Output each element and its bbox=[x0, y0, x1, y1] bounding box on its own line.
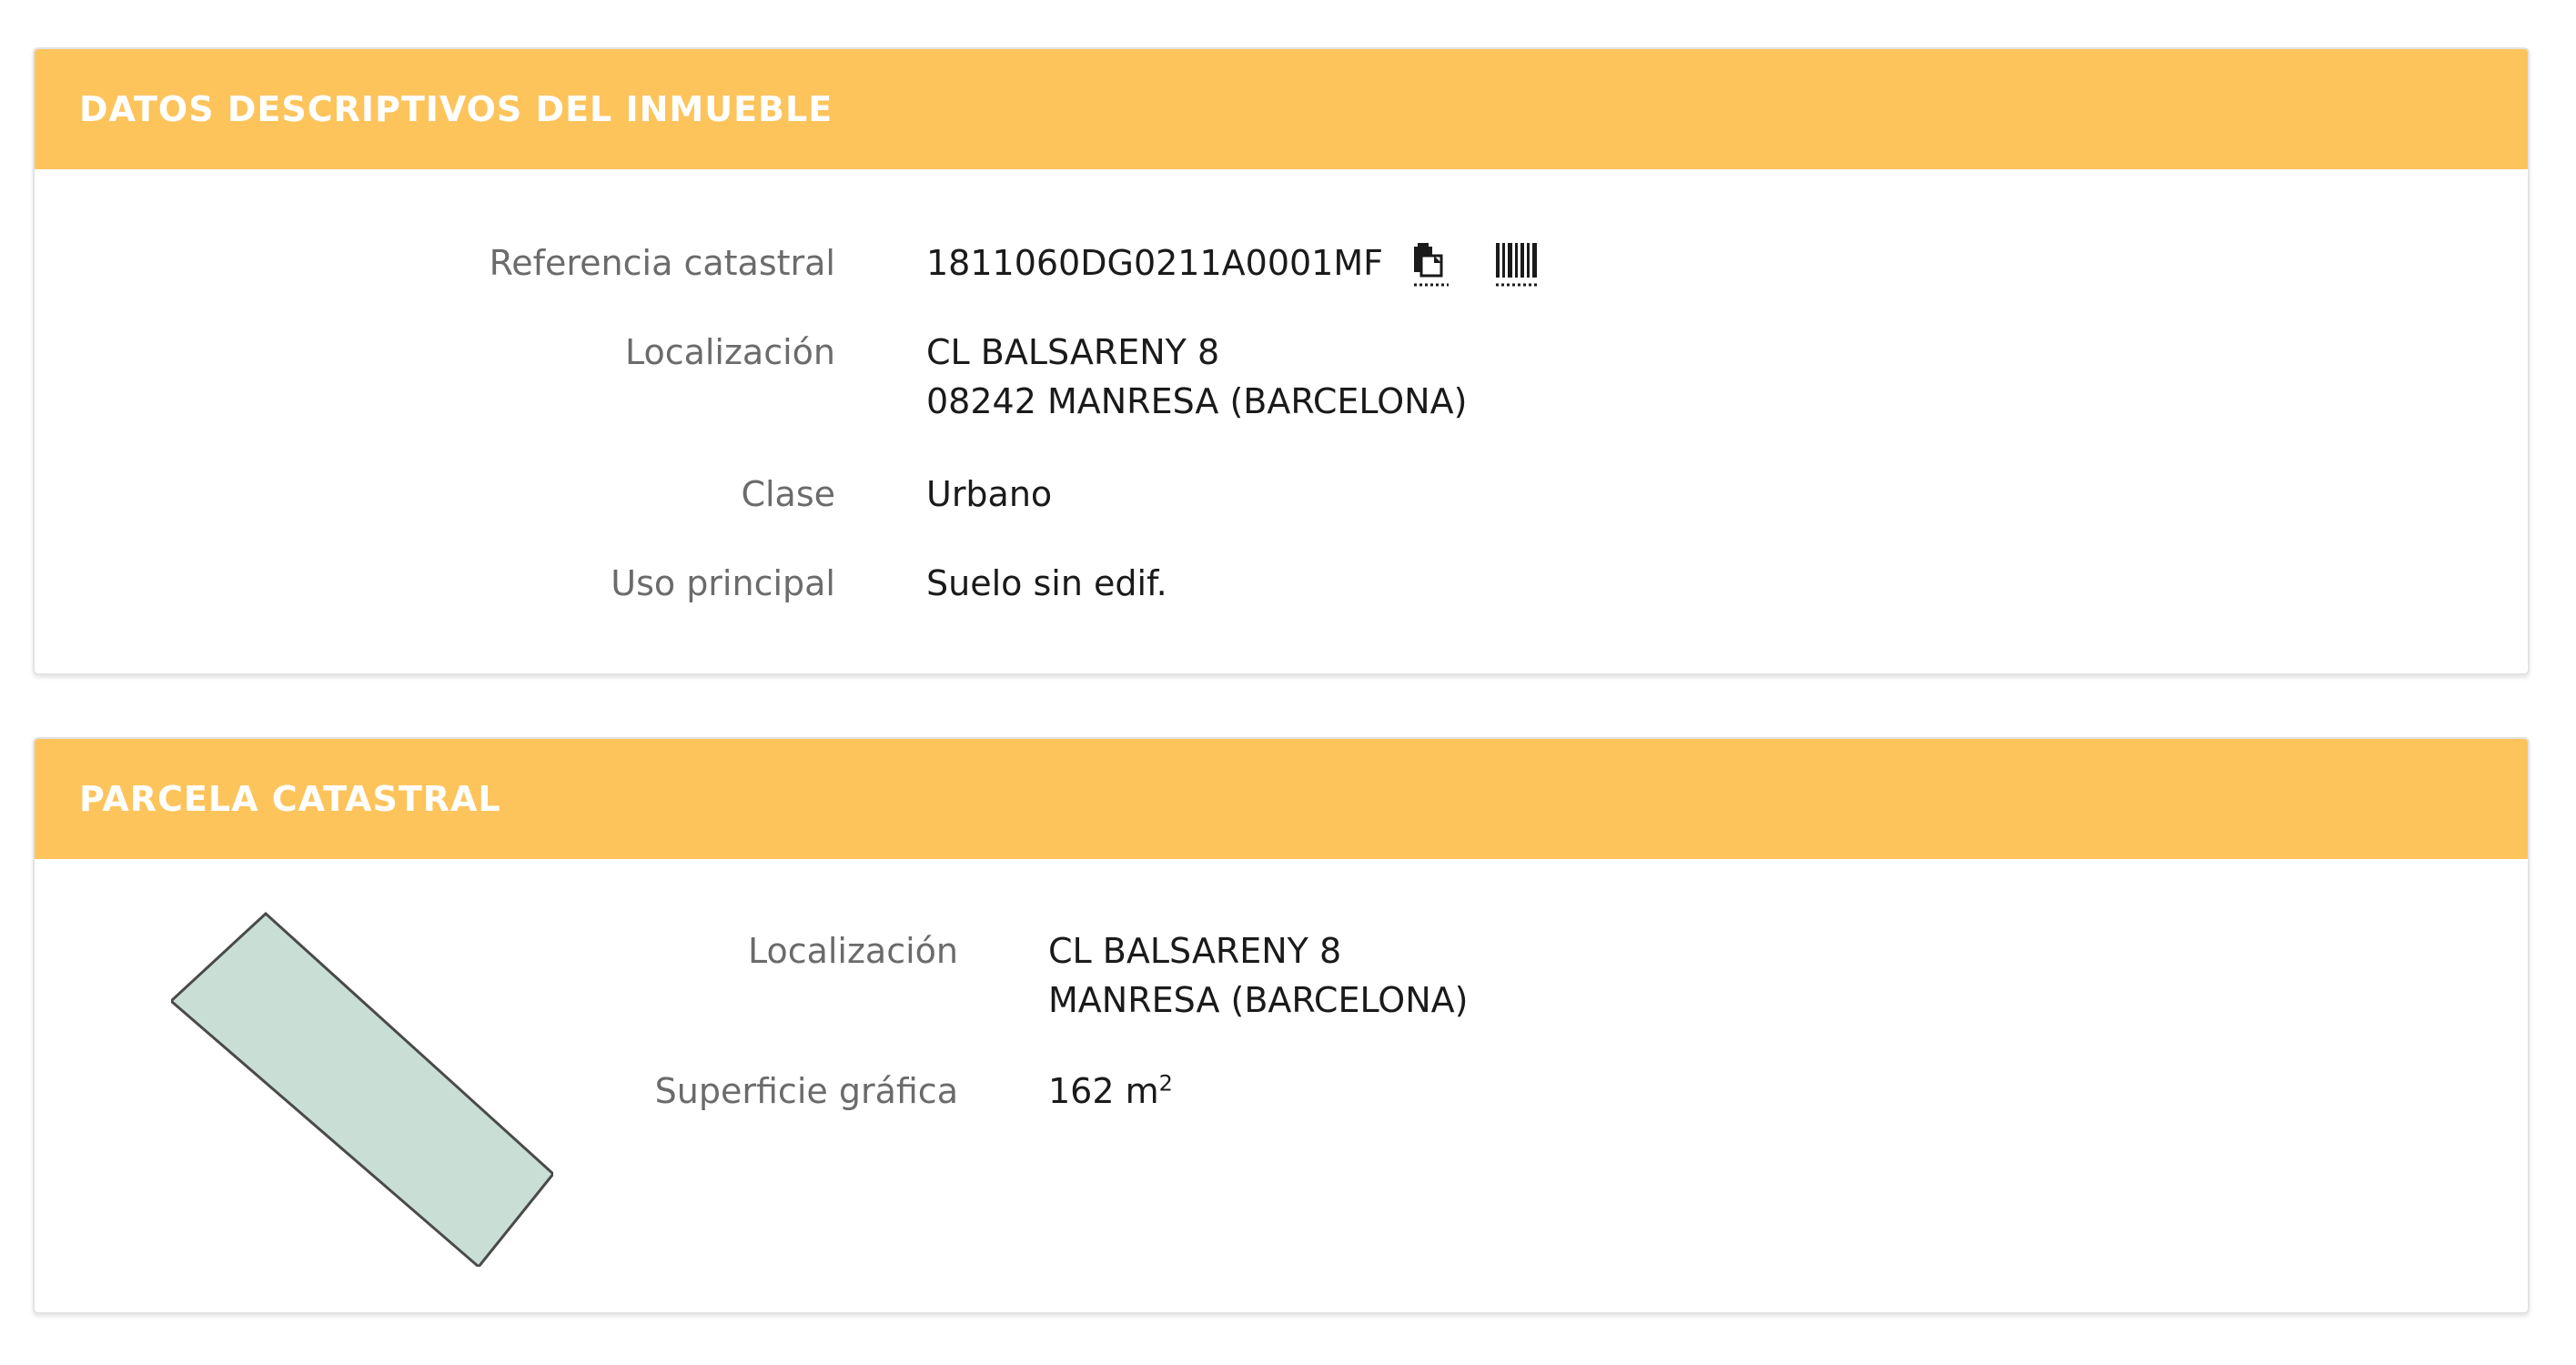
parcela-panel-title: PARCELA CATASTRAL bbox=[79, 779, 501, 819]
superficie-grafica-label: Superficie gráfica bbox=[654, 1071, 958, 1111]
copy-clipboard-icon[interactable] bbox=[1410, 241, 1452, 292]
referencia-catastral-value: 1811060DG0211A0001MF bbox=[926, 243, 1383, 283]
referencia-catastral-label: Referencia catastral bbox=[489, 243, 835, 283]
uso-principal-value: Suelo sin edif. bbox=[926, 563, 1167, 603]
localizacion-value-line1: CL BALSARENY 8 bbox=[926, 332, 1220, 372]
parcela-panel-header: PARCELA CATASTRAL bbox=[35, 739, 2528, 859]
copy-clipboard-icon-graphic bbox=[1414, 243, 1449, 287]
uso-principal-label: Uso principal bbox=[611, 563, 835, 603]
clase-value: Urbano bbox=[926, 474, 1053, 514]
superficie-grafica-unit-exponent: 2 bbox=[1158, 1070, 1173, 1097]
barcode-icon-graphic bbox=[1496, 243, 1537, 287]
parcela-localizacion-label: Localización bbox=[747, 931, 958, 971]
parcela-localizacion-value-line2: MANRESA (BARCELONA) bbox=[1048, 980, 1469, 1020]
localizacion-label: Localización bbox=[624, 332, 835, 372]
barcode-icon[interactable] bbox=[1494, 241, 1540, 292]
inmueble-panel: DATOS DESCRIPTIVOS DEL INMUEBLE Referenc… bbox=[33, 47, 2530, 675]
superficie-grafica-number: 162 m bbox=[1048, 1071, 1159, 1111]
parcela-panel: PARCELA CATASTRAL Localización CL BALSAR… bbox=[33, 737, 2530, 1314]
inmueble-panel-header: DATOS DESCRIPTIVOS DEL INMUEBLE bbox=[35, 49, 2528, 169]
superficie-grafica-value: 162 m2 bbox=[1048, 1067, 1173, 1116]
clase-label: Clase bbox=[741, 474, 835, 514]
page: DATOS DESCRIPTIVOS DEL INMUEBLE Referenc… bbox=[0, 0, 2576, 1365]
parcela-localizacion-value-line1: CL BALSARENY 8 bbox=[1048, 931, 1342, 971]
inmueble-panel-title: DATOS DESCRIPTIVOS DEL INMUEBLE bbox=[79, 89, 833, 129]
localizacion-value-line2: 08242 MANRESA (BARCELONA) bbox=[926, 381, 1468, 421]
